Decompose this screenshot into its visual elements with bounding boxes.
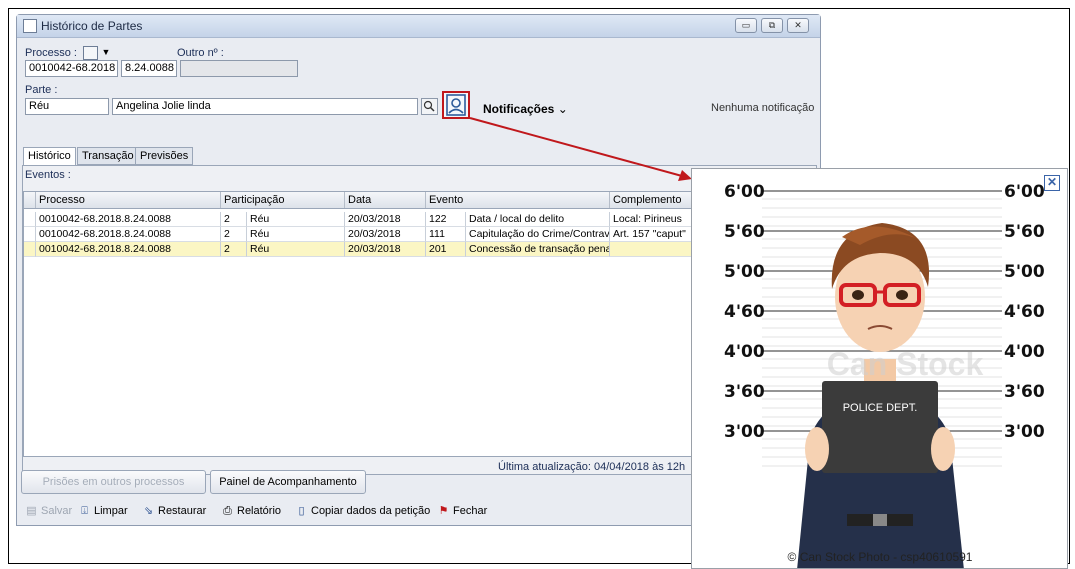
height-label-right: 3'00 [1004,422,1045,442]
height-label-left: 4'60 [724,302,765,322]
height-label-left: 4'00 [724,342,765,362]
height-label-left: 3'00 [724,422,765,442]
mugshot-illustration: 6'00 6'00 5'60 5'60 5'00 5'00 4'60 4'60 4'00 4'00… [724,182,1045,568]
height-label-left: 3'60 [724,382,765,402]
height-label-right: 3'60 [1004,382,1045,402]
height-label-right: 4'00 [1004,342,1045,362]
height-label-left: 5'00 [724,262,765,282]
photo-popup: ✕ 6'00 6'00 5'60 5'60 5'00 5'00 4'60 4'60 4'00 4'… [691,168,1068,569]
height-label-right: 4'60 [1004,302,1045,322]
image-credit: © Can Stock Photo - csp40610591 [788,550,973,564]
watermark-text: Can Stock [827,346,984,382]
height-label-right: 5'60 [1004,222,1045,242]
height-label-right: 6'00 [1004,182,1045,202]
height-label-left: 5'60 [724,222,765,242]
height-label-right: 5'00 [1004,262,1045,282]
height-label-left: 6'00 [724,182,765,202]
police-sign-text: POLICE DEPT. [843,402,918,414]
